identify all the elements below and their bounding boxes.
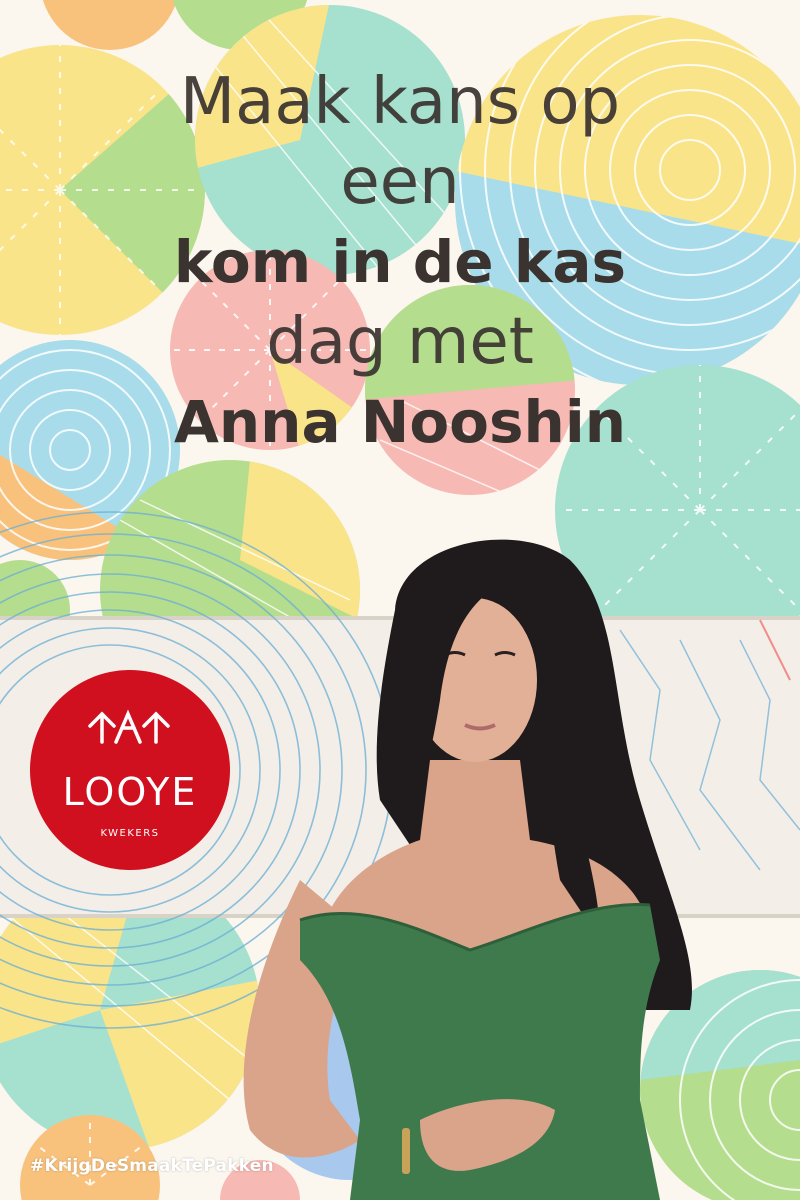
- headline-line-3: kom in de kas: [173, 228, 627, 296]
- poster: LOOYE KWEKERS Maak kans op een kom in de…: [0, 0, 800, 1200]
- headline-line-2: een: [340, 145, 460, 219]
- headline: Maak kans op een kom in de kas dag met A…: [0, 62, 800, 462]
- bracelet: [402, 1128, 410, 1174]
- headline-line-1: Maak kans op: [179, 65, 621, 139]
- headline-line-4: dag met: [266, 305, 534, 379]
- headline-line-5: Anna Nooshin: [173, 388, 627, 456]
- hashtag: #KrijgDeSmaakTePakken: [30, 1156, 274, 1176]
